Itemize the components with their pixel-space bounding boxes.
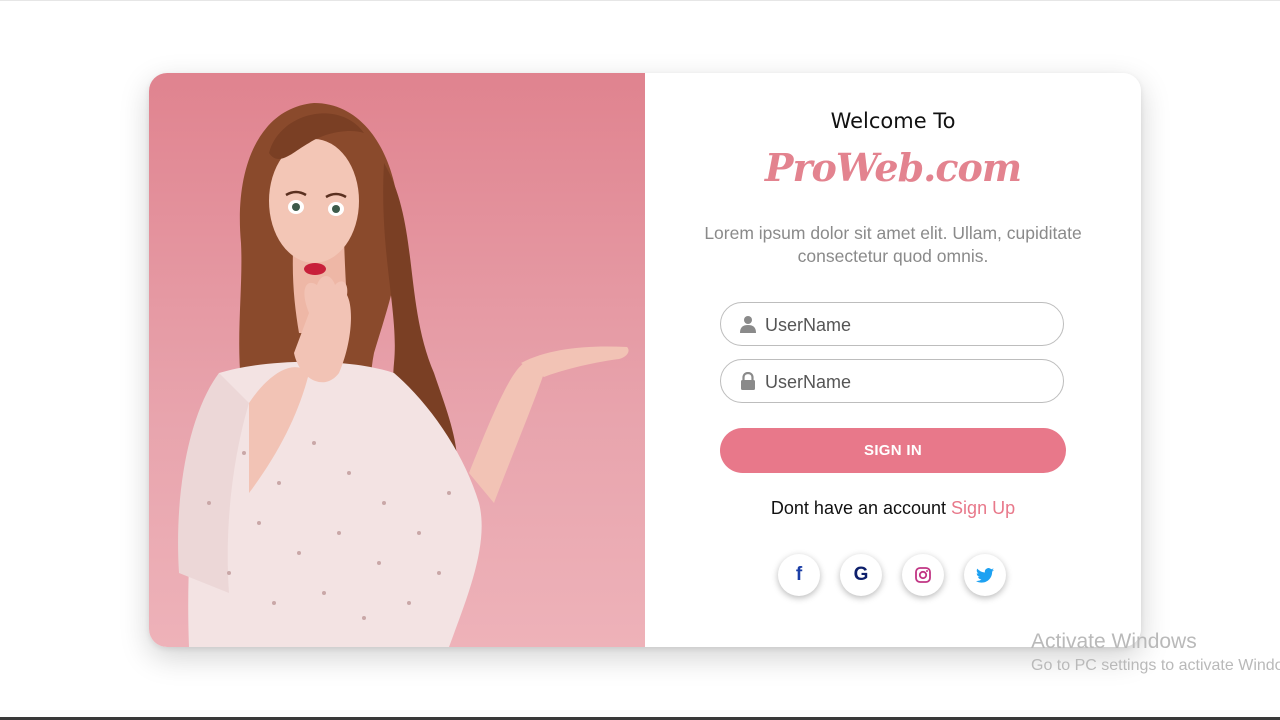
facebook-button[interactable]: f (778, 554, 820, 596)
welcome-text: Welcome To (830, 109, 956, 133)
watermark-title: Activate Windows (1031, 630, 1197, 653)
watermark-subtitle: Go to PC settings to activate Windows. (1031, 657, 1280, 674)
hero-image (149, 73, 645, 647)
username-input[interactable] (763, 312, 1047, 338)
facebook-icon: f (795, 564, 803, 585)
instagram-icon (915, 567, 931, 583)
password-input[interactable] (763, 369, 1047, 395)
sign-up-link[interactable]: Sign Up (951, 498, 1015, 518)
google-icon: G (853, 564, 869, 585)
top-border (0, 0, 1280, 1)
description-text: Lorem ipsum dolor sit amet elit. Ullam, … (704, 223, 1082, 266)
lock-icon (741, 372, 755, 390)
twitter-button[interactable] (964, 554, 1006, 596)
username-field[interactable] (720, 302, 1064, 346)
signup-prompt: Dont have an account Sign Up (645, 498, 1141, 519)
user-icon (740, 316, 756, 333)
login-card: Welcome To ProWeb.com Lorem ipsum dolor … (149, 73, 1141, 647)
twitter-icon (976, 567, 994, 583)
google-button[interactable]: G (840, 554, 882, 596)
brand-logo: ProWeb.com (764, 145, 1022, 190)
sign-in-button[interactable]: SIGN IN (720, 428, 1066, 473)
password-field[interactable] (720, 359, 1064, 403)
instagram-button[interactable] (902, 554, 944, 596)
login-form-panel: Welcome To ProWeb.com Lorem ipsum dolor … (645, 73, 1141, 647)
account-text: Dont have an account (770, 498, 947, 518)
activate-windows-watermark: Activate Windows Go to PC settings to ac… (1031, 630, 1280, 675)
woman-illustration (178, 103, 629, 647)
